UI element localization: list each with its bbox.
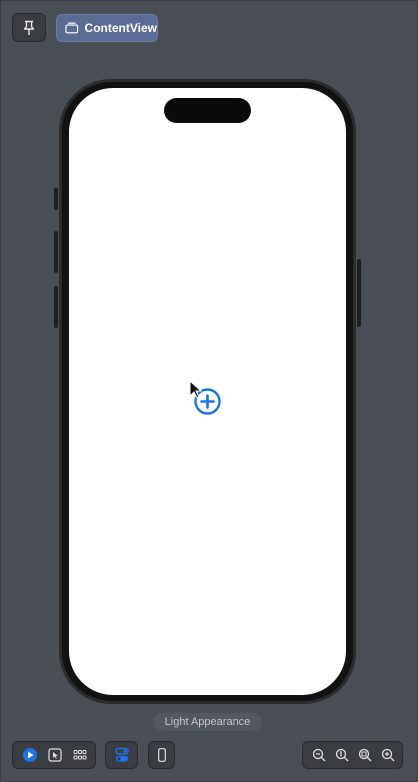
appearance-label[interactable]: Light Appearance (153, 713, 262, 731)
tab-label: ContentView (84, 21, 157, 35)
pin-button[interactable] (12, 13, 46, 42)
device-settings-icon (114, 747, 129, 762)
stack-icon (65, 22, 79, 34)
device-picker-button[interactable] (148, 741, 175, 769)
action-button (54, 188, 58, 210)
selectable-icon[interactable] (44, 744, 66, 766)
zoom-actual-icon[interactable] (331, 744, 353, 766)
live-preview-icon[interactable] (19, 744, 41, 766)
contentview-tab[interactable]: ContentView (56, 14, 158, 42)
pin-icon (23, 20, 35, 35)
zoom-out-icon[interactable] (308, 744, 330, 766)
preview-mode-group (12, 741, 96, 769)
volume-down-button (54, 286, 58, 328)
zoom-fit-icon[interactable] (354, 744, 376, 766)
mouse-cursor-icon (189, 380, 203, 399)
power-button (357, 259, 361, 327)
zoom-controls (302, 741, 403, 769)
volume-up-button (54, 231, 58, 273)
zoom-in-icon[interactable] (377, 744, 399, 766)
variants-icon[interactable] (69, 744, 91, 766)
iphone-icon (157, 748, 166, 762)
device-settings-button[interactable] (105, 741, 138, 769)
dynamic-island (164, 98, 251, 123)
